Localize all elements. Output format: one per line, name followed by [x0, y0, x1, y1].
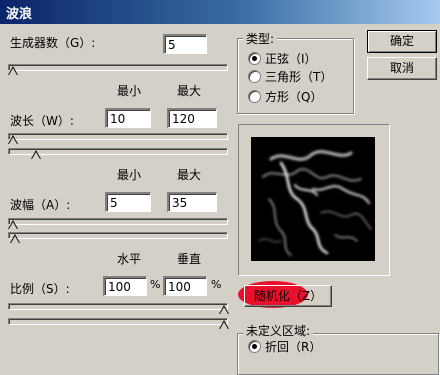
amplitude-max-header: 最大: [177, 168, 202, 182]
scale-horizontal-header: 水平: [117, 252, 142, 266]
wavelength-min-slider-track[interactable]: [8, 148, 228, 155]
scale-horizontal-slider-thumb[interactable]: [219, 305, 229, 314]
wavelength-max-slider-track[interactable]: [8, 133, 228, 140]
type-option-square[interactable]: 方形（Q）: [248, 88, 348, 104]
sine-radio[interactable]: [248, 52, 261, 65]
undefined-area-legend: 未定义区域:: [243, 322, 314, 339]
generators-label: 生成器数（G）:: [10, 36, 96, 50]
wrap-label: 折回（R）: [265, 340, 322, 354]
wavelength-max-input[interactable]: 120: [167, 108, 217, 128]
type-option-triangle[interactable]: 三角形（T）: [248, 68, 348, 84]
scale-vertical-input[interactable]: 100: [163, 276, 207, 296]
generators-slider-track[interactable]: [8, 64, 228, 71]
amplitude-min-slider-thumb[interactable]: [10, 234, 20, 243]
amplitude-label: 波幅（A）:: [10, 198, 71, 212]
ok-button[interactable]: 确定: [367, 30, 437, 53]
wavelength-max-header: 最大: [177, 84, 202, 98]
cancel-button[interactable]: 取消: [367, 57, 437, 80]
wrap-radio[interactable]: [248, 340, 261, 353]
wavelength-min-input[interactable]: 10: [105, 108, 151, 128]
triangle-label: 三角形（T）: [265, 70, 333, 84]
triangle-radio[interactable]: [248, 70, 261, 83]
scale-horizontal-slider-track[interactable]: [8, 303, 228, 310]
amplitude-max-slider-thumb[interactable]: [8, 220, 18, 229]
generators-input[interactable]: 5: [163, 34, 207, 54]
wavelength-min-header: 最小: [117, 84, 142, 98]
amplitude-min-slider-track[interactable]: [8, 232, 228, 239]
amplitude-max-input[interactable]: 35: [167, 192, 217, 212]
type-option-sine[interactable]: 正弦（I）: [248, 50, 348, 66]
amplitude-min-header: 最小: [117, 168, 142, 182]
scale-vertical-unit: %: [211, 278, 222, 291]
scale-vertical-slider-track[interactable]: [8, 318, 228, 325]
window-title: 波浪: [6, 7, 33, 22]
amplitude-min-input[interactable]: 5: [105, 192, 151, 212]
randomize-button[interactable]: 随机化（Z）: [244, 285, 332, 307]
scale-vertical-slider-thumb[interactable]: [219, 320, 229, 329]
scale-horizontal-unit: %: [150, 278, 161, 291]
sine-label: 正弦（I）: [265, 52, 317, 66]
preview-frame: [238, 124, 390, 276]
amplitude-max-slider-track[interactable]: [8, 218, 228, 225]
wavelength-min-slider-thumb[interactable]: [31, 150, 41, 159]
title-bar: 波浪: [0, 0, 440, 24]
scale-vertical-header: 垂直: [177, 252, 202, 266]
scale-horizontal-input[interactable]: 100: [103, 276, 147, 296]
generators-slider-thumb[interactable]: [8, 66, 18, 75]
type-legend: 类型:: [243, 30, 278, 47]
square-label: 方形（Q）: [265, 90, 323, 104]
scale-label: 比例（S）:: [10, 282, 70, 296]
wavelength-label: 波长（W）:: [10, 114, 74, 128]
square-radio[interactable]: [248, 90, 261, 103]
wave-preview-graphic: [251, 137, 375, 261]
wave-preview-image: [251, 137, 375, 261]
wavelength-max-slider-thumb[interactable]: [8, 135, 18, 144]
